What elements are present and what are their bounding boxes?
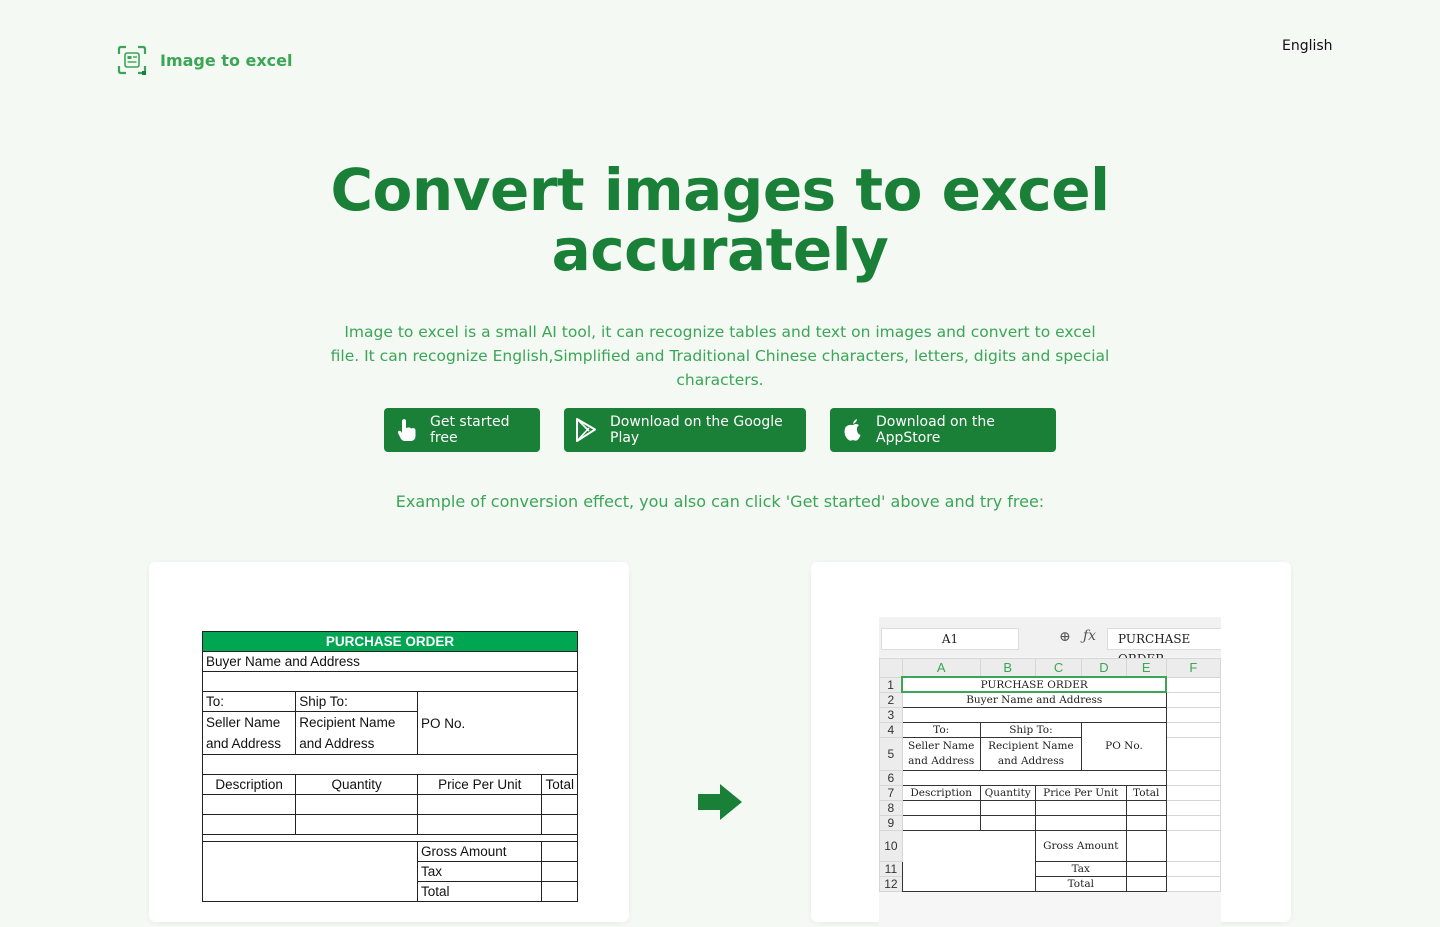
spreadsheet-grid: A B C D E F 1 PURCHASE ORDER 2 Buyer Nam…: [879, 658, 1221, 892]
cell-seller: Seller Name and Address: [901, 736, 981, 771]
po-item-row: [201, 794, 578, 815]
po-recipient-line2: and Address: [299, 736, 375, 751]
apple-icon: [844, 419, 861, 441]
source-image-card: PURCHASE ORDER Buyer Name and Address To…: [149, 562, 629, 922]
name-box: A1: [881, 628, 1019, 650]
spreadsheet-image: A1 ⊕ ƒx PURCHASE ORDER A B C D E F 1 PUR…: [879, 617, 1221, 927]
row-header: 9: [879, 814, 903, 831]
result-image-card: A1 ⊕ ƒx PURCHASE ORDER A B C D E F 1 PUR…: [811, 562, 1291, 927]
purchase-order-image: PURCHASE ORDER Buyer Name and Address To…: [201, 631, 579, 902]
row-header: 8: [879, 799, 903, 816]
cell-tax: Tax: [1034, 860, 1127, 877]
zoom-icon: ⊕: [1059, 629, 1071, 645]
po-col-price: Price Per Unit: [416, 774, 543, 795]
po-empty-row: [202, 754, 578, 775]
app-store-label: Download on the AppStore: [876, 414, 995, 446]
cell-to: To:: [901, 721, 981, 738]
cell-ship-to: Ship To:: [979, 721, 1083, 738]
example-caption: Example of conversion effect, you also c…: [395, 492, 1045, 511]
row-header: 1: [879, 676, 903, 693]
cell-blank-area: [901, 829, 1036, 892]
col-header: B: [979, 658, 1036, 678]
col-header: A: [901, 658, 981, 678]
col-header: F: [1165, 658, 1221, 678]
google-play-button[interactable]: Download on the Google Play: [564, 408, 806, 452]
corner-cell: [879, 658, 903, 678]
po-title: PURCHASE ORDER: [202, 631, 578, 652]
po-recipient-line1: Recipient Name: [299, 715, 396, 730]
po-to: To:: [201, 691, 297, 712]
logo-text: Image to excel: [160, 50, 293, 70]
cell-total: Total: [1034, 875, 1127, 892]
po-seller-line2: and Address: [206, 736, 282, 751]
cell-gross: Gross Amount: [1034, 829, 1127, 862]
row-header: 10: [879, 829, 903, 862]
po-item-row: [201, 814, 578, 835]
get-started-label: Get started free: [430, 414, 510, 446]
row-header: 3: [879, 706, 903, 723]
po-spacer: [202, 834, 578, 842]
po-total: Total: [416, 881, 543, 902]
row-header: 7: [879, 784, 903, 801]
po-seller: Seller Name and Address: [201, 711, 297, 755]
row-header: 2: [879, 691, 903, 708]
col-header: D: [1081, 658, 1127, 678]
cell-price: Price Per Unit: [1034, 784, 1127, 801]
po-col-description: Description: [201, 774, 297, 795]
scan-document-icon: [117, 45, 147, 75]
po-col-quantity: Quantity: [295, 774, 418, 795]
cell-total-header: Total: [1125, 784, 1167, 801]
hero-subtitle: Image to excel is a small AI tool, it ca…: [330, 323, 1110, 389]
po-tax: Tax: [416, 861, 543, 882]
language-selector[interactable]: English: [1282, 38, 1333, 54]
fx-icon: ƒx: [1083, 628, 1097, 644]
arrow-right-icon: [698, 784, 742, 820]
google-play-label: Download on the Google Play: [610, 414, 783, 446]
cell-buyer: Buyer Name and Address: [901, 691, 1167, 708]
cell-po-no: PO No.: [1081, 721, 1167, 771]
title-line-2: accurately: [551, 216, 889, 284]
po-buyer: Buyer Name and Address: [202, 651, 578, 672]
formula-bar: A1 ⊕ ƒx PURCHASE ORDER: [879, 617, 1221, 666]
google-play-icon: [576, 418, 596, 442]
row-header: 4: [879, 721, 903, 738]
page-title: Convert images to excel accurately: [0, 160, 1440, 280]
row-header: 12: [879, 875, 903, 892]
cell-quantity: Quantity: [979, 784, 1036, 801]
get-started-button[interactable]: Get started free: [384, 408, 540, 452]
po-seller-line1: Seller Name: [206, 715, 281, 730]
po-empty-row: [202, 671, 578, 692]
formula-value: PURCHASE ORDER: [1107, 628, 1221, 666]
cell-empty: [901, 769, 1167, 786]
row-header: 5: [879, 736, 903, 771]
po-ship-to: Ship To:: [295, 691, 418, 712]
cell-title: PURCHASE ORDER: [901, 676, 1168, 693]
logo[interactable]: Image to excel: [116, 44, 293, 76]
pointer-hand-icon: [397, 419, 416, 441]
po-recipient: Recipient Name and Address: [295, 711, 418, 755]
row-header: 6: [879, 769, 903, 786]
po-col-total: Total: [541, 774, 578, 795]
header: Image to excel English: [0, 0, 1440, 110]
title-line-1: Convert images to excel: [330, 156, 1110, 224]
po-gross: Gross Amount: [416, 841, 543, 862]
cell-description: Description: [901, 784, 981, 801]
po-number: PO No.: [416, 691, 579, 755]
cell-recipient: Recipient Name and Address: [979, 736, 1083, 771]
col-header: E: [1125, 658, 1167, 678]
col-header: C: [1034, 658, 1083, 678]
app-store-button[interactable]: Download on the AppStore: [830, 408, 1056, 452]
row-header: 11: [879, 860, 903, 877]
cell-empty: [901, 706, 1167, 723]
po-blank-area: [202, 841, 418, 902]
